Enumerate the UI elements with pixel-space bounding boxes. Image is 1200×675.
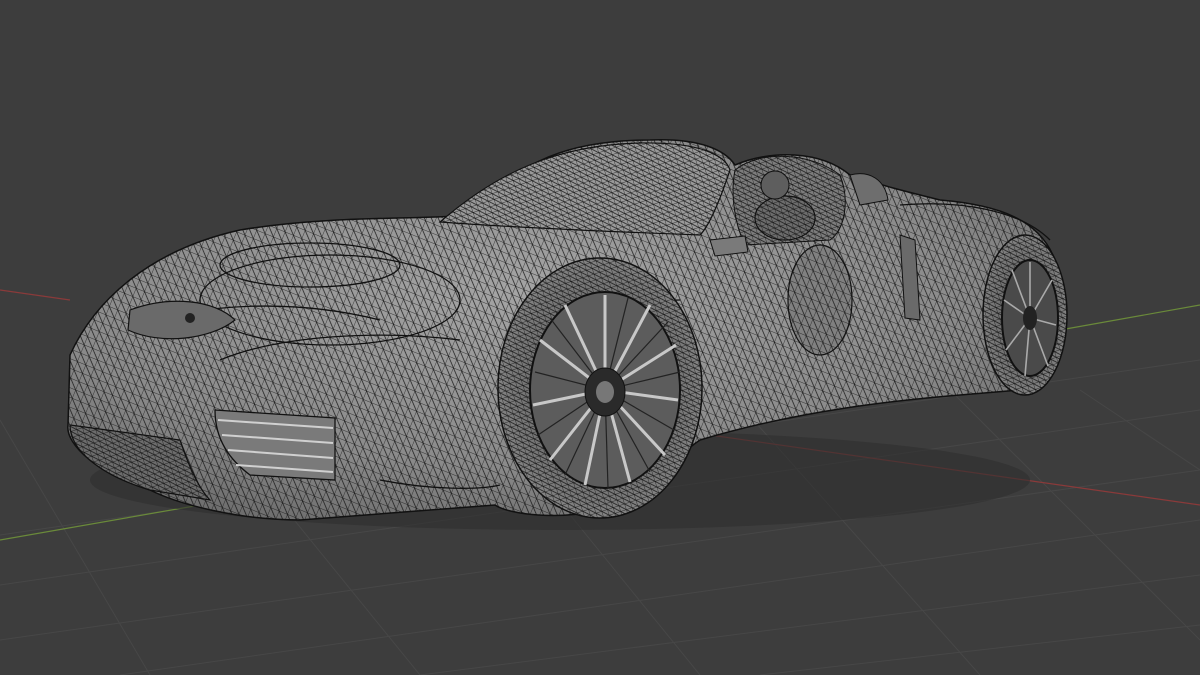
car-mesh[interactable] bbox=[67, 139, 1068, 530]
y-axis-line bbox=[0, 504, 201, 541]
x-axis-line-left bbox=[0, 289, 71, 301]
side-mirror bbox=[709, 235, 749, 257]
cockpit-seat bbox=[732, 155, 846, 246]
y-axis-line-right bbox=[1059, 304, 1200, 331]
3d-viewport[interactable] bbox=[0, 0, 1200, 675]
rear-wheel[interactable] bbox=[982, 234, 1068, 396]
front-wheel[interactable] bbox=[497, 257, 703, 519]
viewport-canvas[interactable] bbox=[0, 0, 1200, 675]
